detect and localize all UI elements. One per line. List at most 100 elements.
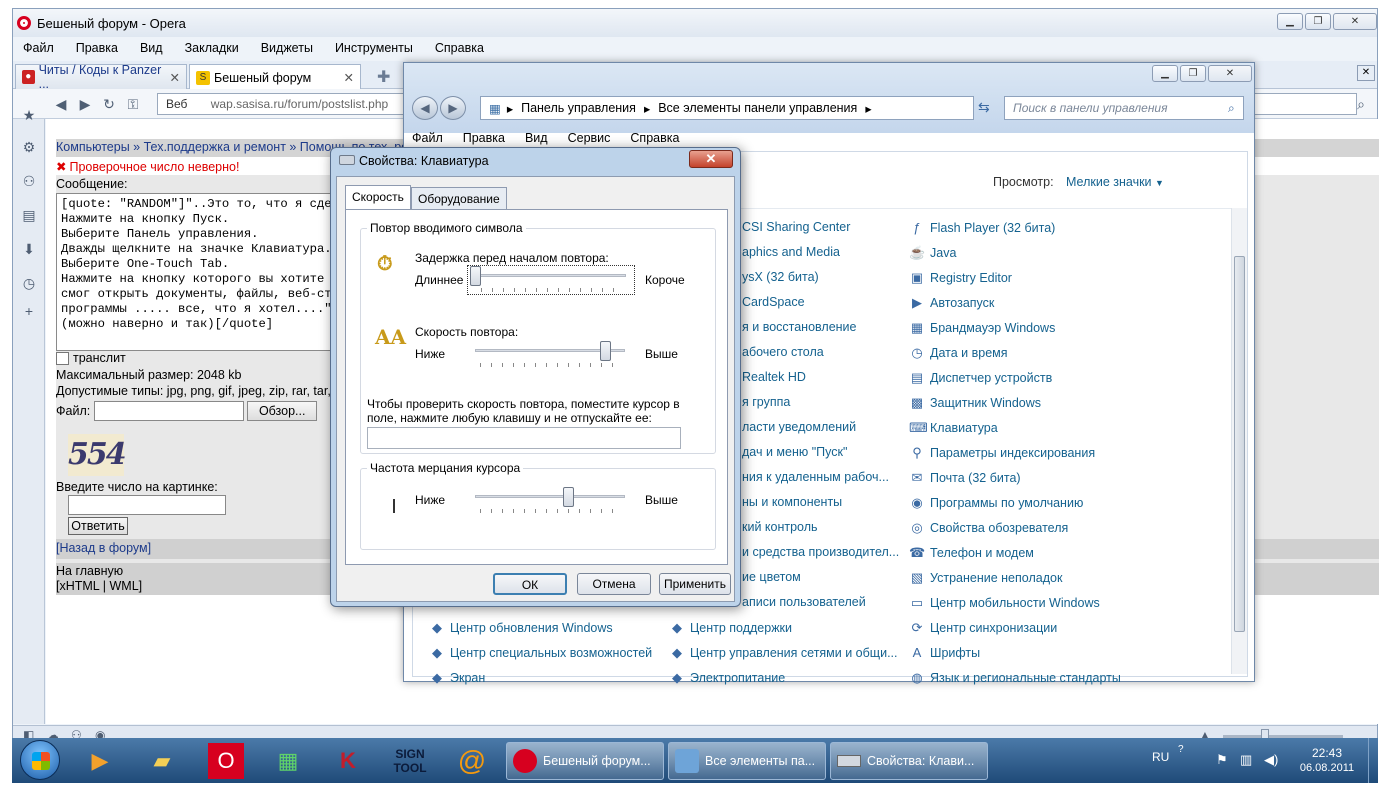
browse-button[interactable]: Обзор... (247, 401, 318, 421)
cp-item[interactable]: ✉ Почта (32 бита) (909, 470, 1021, 486)
search-icon[interactable]: ⌕ (1353, 96, 1369, 112)
rate-thumb[interactable] (599, 341, 611, 361)
menu-help[interactable]: Справка (435, 41, 484, 55)
crumb-all-items[interactable]: Все элементы панели управления (658, 101, 857, 115)
explorer-icon[interactable]: ▰ (144, 743, 180, 779)
apply-button[interactable]: Применить (659, 573, 731, 595)
cp-restore-button[interactable]: ❐ (1180, 65, 1206, 82)
cp-item[interactable]: ⌨ Клавиатура (909, 420, 998, 436)
cp-item[interactable]: ▭ Центр мобильности Windows (909, 595, 1100, 611)
cp-item[interactable]: ласти уведомлений (742, 420, 856, 434)
cp-item[interactable]: ▣ Registry Editor (909, 270, 1012, 286)
tab-forum[interactable]: S Бешеный форум ✕ (189, 64, 361, 90)
add-panel-icon[interactable]: + (21, 303, 37, 319)
downloads-icon[interactable]: ⬇ (21, 241, 37, 257)
close-button[interactable]: ✕ (1333, 13, 1377, 30)
cp-item[interactable]: ☕ Java (909, 245, 956, 261)
captcha-input[interactable] (68, 495, 226, 515)
tab-cheats[interactable]: ● Читы / Коды к Panzer ... ✕ (15, 63, 187, 91)
cp-item[interactable]: ◉ Программы по умолчанию (909, 495, 1083, 511)
cp-menu-tools[interactable]: Сервис (568, 131, 611, 145)
cp-refresh-icon[interactable]: ⇆ (978, 99, 990, 116)
tray-volume-icon[interactable]: ◀) (1264, 752, 1278, 768)
cp-item[interactable]: ◆ Экран (429, 670, 485, 686)
start-button[interactable] (20, 740, 60, 780)
task-opera[interactable]: Бешеный форум... (506, 742, 664, 780)
cp-search-input[interactable]: Поиск в панели управления (1004, 96, 1244, 120)
blink-slider[interactable] (467, 487, 635, 517)
media-player-icon[interactable]: ▶ (82, 743, 118, 779)
cp-minimize-button[interactable]: ▁ (1152, 65, 1178, 82)
new-tab-icon[interactable]: ✚ (377, 67, 390, 87)
show-desktop-button[interactable] (1368, 738, 1378, 783)
menu-view[interactable]: Вид (140, 41, 163, 55)
cp-item[interactable]: ◎ Свойства обозревателя (909, 520, 1068, 536)
cp-item[interactable]: ◆ Центр управления сетями и общи... (669, 645, 897, 661)
notes-icon[interactable]: ▤ (21, 207, 37, 223)
cp-item[interactable]: ны и компоненты (742, 495, 842, 509)
minimize-button[interactable]: ▁ (1277, 13, 1303, 30)
bookmarks-star-icon[interactable]: ★ (21, 107, 37, 123)
closed-tabs-icon[interactable]: ✕ (1357, 65, 1375, 81)
translit-checkbox[interactable] (56, 351, 69, 365)
cp-item[interactable]: и средства производител... (742, 545, 899, 559)
cp-menu-file[interactable]: Файл (412, 131, 443, 145)
cp-item[interactable]: ◆ Центр поддержки (669, 620, 792, 636)
cp-item[interactable]: ⚲ Параметры индексирования (909, 445, 1095, 461)
cp-item[interactable]: ◆ Электропитание (669, 670, 785, 686)
cp-item[interactable]: CardSpace (742, 295, 805, 309)
tab-speed[interactable]: Скорость (345, 185, 411, 211)
cp-item[interactable]: кий контроль (742, 520, 818, 534)
cp-item[interactable]: ysX (32 бита) (742, 270, 819, 284)
close-tab-icon[interactable]: ✕ (344, 70, 354, 85)
cp-breadcrumb[interactable]: ▦ ▸ Панель управления ▸ Все элементы пан… (480, 96, 974, 120)
file-input[interactable] (94, 401, 245, 421)
delay-slider[interactable] (467, 265, 635, 295)
cp-item[interactable]: ▦ Брандмауэр Windows (909, 320, 1056, 336)
cp-back-icon[interactable]: ◀ (412, 96, 438, 120)
reload-icon[interactable]: ↻ (101, 96, 117, 112)
wand-key-icon[interactable]: ⚿ (125, 96, 141, 112)
back-icon[interactable]: ◀ (53, 96, 69, 112)
cancel-button[interactable]: Отмена (577, 573, 651, 595)
tab-hardware[interactable]: Оборудование (411, 187, 507, 209)
menu-edit[interactable]: Правка (76, 41, 118, 55)
cp-item[interactable]: я группа (742, 395, 790, 409)
kaspersky-icon[interactable]: K (330, 743, 366, 779)
cp-item[interactable]: дач и меню "Пуск" (742, 445, 847, 459)
cp-item[interactable]: аписи пользователей (742, 595, 866, 609)
task-manager-icon[interactable]: ▦ (270, 743, 306, 779)
forward-icon[interactable]: ▶ (77, 96, 93, 112)
clock-date[interactable]: 06.08.2011 (1294, 762, 1360, 774)
language-indicator[interactable]: RU (1152, 750, 1169, 764)
cp-scroll-thumb[interactable] (1234, 256, 1245, 632)
cp-menu-view[interactable]: Вид (525, 131, 548, 145)
menu-widgets[interactable]: Виджеты (261, 41, 313, 55)
unite-icon[interactable]: ⚇ (21, 173, 37, 189)
view-dropdown[interactable]: Мелкие значки ▼ (1066, 175, 1164, 189)
submit-button[interactable]: Ответить (68, 517, 128, 535)
mail-agent-icon[interactable]: @ (454, 743, 490, 779)
test-input[interactable] (367, 427, 681, 449)
task-keyboard-dialog[interactable]: Свойства: Клави... (830, 742, 988, 780)
cp-item[interactable]: ◆ Центр специальных возможностей (429, 645, 652, 661)
tray-flag-icon[interactable]: ⚑ (1216, 752, 1228, 768)
back-to-forum-link[interactable]: [Назад в форум] (56, 541, 151, 555)
cp-item[interactable]: Realtek HD (742, 370, 806, 384)
cp-item[interactable]: A Шрифты (909, 645, 980, 661)
cp-scrollbar[interactable] (1231, 208, 1247, 674)
lang-help-icon[interactable]: ? (1178, 744, 1184, 755)
cp-item[interactable]: ◆ Центр обновления Windows (429, 620, 613, 636)
cp-item[interactable]: ☎ Телефон и модем (909, 545, 1034, 561)
cp-menu-edit[interactable]: Правка (463, 131, 505, 145)
blink-thumb[interactable] (563, 487, 575, 507)
cp-search-icon[interactable]: ⌕ (1228, 101, 1235, 116)
cp-item[interactable]: ƒ Flash Player (32 бита) (909, 220, 1055, 236)
cp-item[interactable]: абочего стола (742, 345, 824, 359)
clock-time[interactable]: 22:43 (1302, 746, 1352, 760)
task-control-panel[interactable]: Все элементы па... (668, 742, 826, 780)
cp-item[interactable]: ⟳ Центр синхронизации (909, 620, 1058, 636)
crumb-control-panel[interactable]: Панель управления (521, 101, 636, 115)
cp-item[interactable]: aphics and Media (742, 245, 840, 259)
restore-button[interactable]: ❐ (1305, 13, 1331, 30)
